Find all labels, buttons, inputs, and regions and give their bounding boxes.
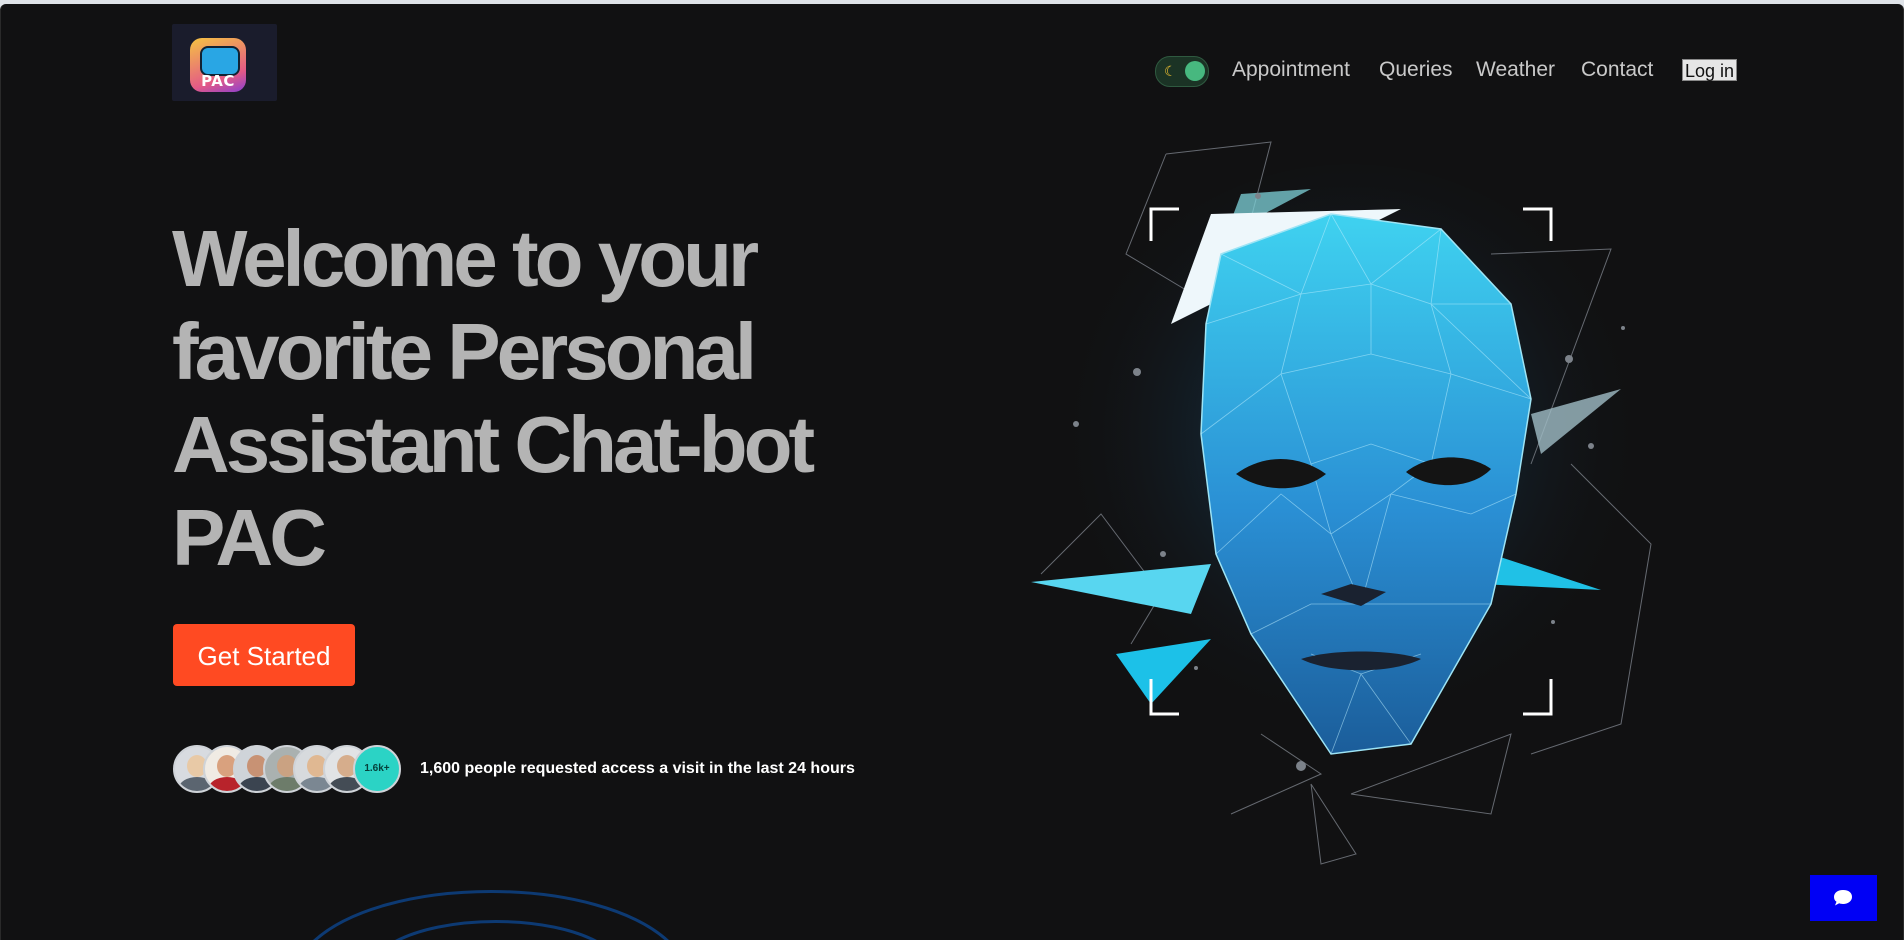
decorative-arcs — [313, 890, 669, 940]
theme-toggle[interactable]: ☾ — [1155, 56, 1209, 87]
nav-weather[interactable]: Weather — [1476, 58, 1555, 82]
headline-line: favorite Personal — [172, 307, 757, 396]
hero-headline: Welcome to your favorite Personal Assist… — [172, 212, 932, 584]
toggle-knob — [1185, 61, 1205, 81]
chat-bubble-icon — [1834, 890, 1852, 906]
avatar-count-badge: 1.6k+ — [353, 745, 401, 793]
nav-appointment[interactable]: Appointment — [1232, 58, 1350, 82]
login-button[interactable]: Log in — [1682, 59, 1738, 81]
pac-logo[interactable]: PAC — [172, 24, 277, 101]
nav-contact[interactable]: Contact — [1581, 58, 1653, 82]
headline-line: Welcome to your — [172, 214, 759, 303]
chat-widget-button[interactable] — [1810, 875, 1877, 921]
headline-line: PAC — [172, 493, 327, 582]
nav-queries[interactable]: Queries — [1379, 58, 1453, 82]
polygon-face-illustration — [1031, 141, 1652, 865]
get-started-button[interactable]: Get Started — [173, 624, 355, 686]
headline-line: Assistant Chat-bot — [172, 400, 815, 489]
moon-icon: ☾ — [1164, 63, 1177, 79]
page-frame: PAC ☾ Appointment Queries Weather Contac… — [0, 4, 1904, 940]
logo-text: PAC — [201, 72, 235, 90]
logo-emblem: PAC — [190, 38, 246, 92]
social-proof-text: 1,600 people requested access a visit in… — [420, 760, 855, 777]
